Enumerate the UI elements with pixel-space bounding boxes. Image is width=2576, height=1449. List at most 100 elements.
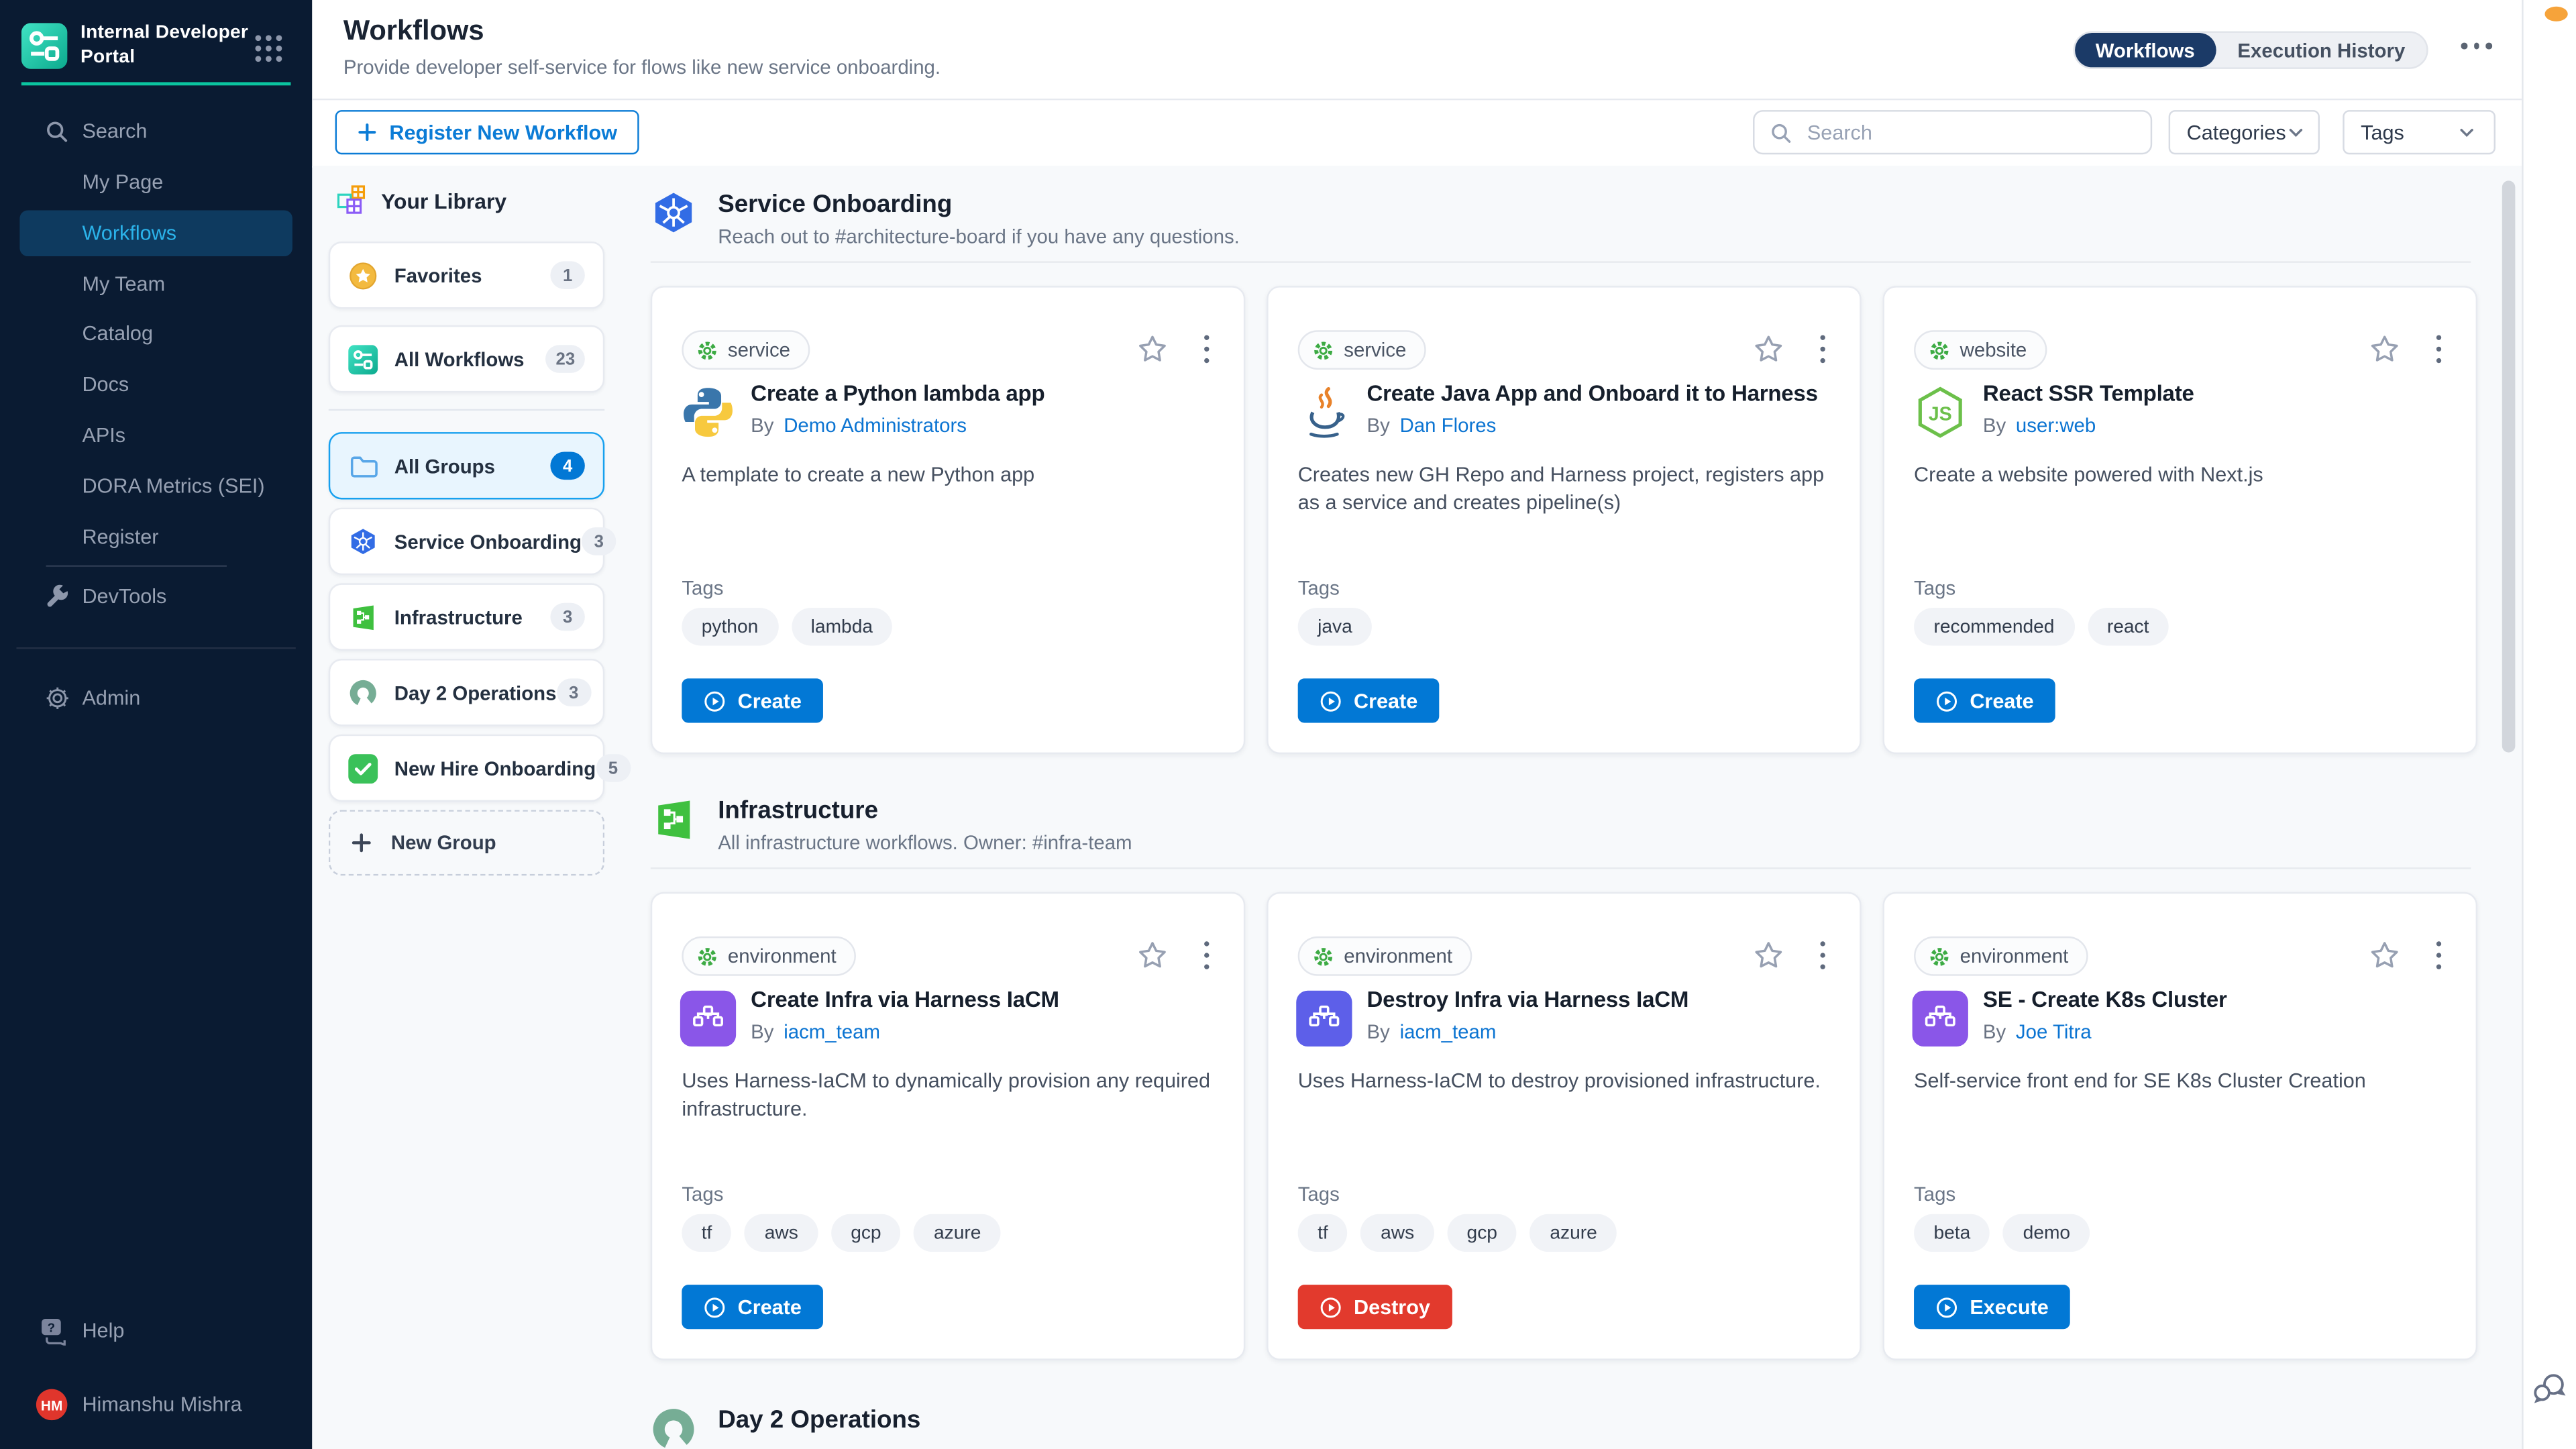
library-group-new-hire-onboarding[interactable]: New Hire Onboarding 5 — [329, 735, 604, 802]
tags-label: Tags — [682, 577, 723, 600]
apps-grid-icon[interactable] — [253, 33, 284, 64]
library-group-infrastructure[interactable]: Infrastructure 3 — [329, 583, 604, 650]
library-item-favorites[interactable]: Favorites 1 — [329, 241, 604, 309]
create-button[interactable]: Create — [1298, 678, 1439, 722]
favorite-star-icon[interactable] — [1137, 940, 1169, 971]
card-author-link[interactable]: Dan Flores — [1400, 414, 1497, 437]
library-group-day2-operations[interactable]: Day 2 Operations 3 — [329, 659, 604, 726]
tag-pill: java — [1298, 608, 1372, 645]
workflow-card-se-create-k8s: environment SE - Create K8s Cluster B — [1883, 892, 2478, 1360]
card-menu-icon[interactable] — [1820, 335, 1825, 364]
card-menu-icon[interactable] — [1203, 941, 1209, 969]
card-menu-icon[interactable] — [1203, 335, 1209, 364]
sidebar-item-catalog[interactable]: Catalog — [0, 311, 312, 357]
chat-bubbles-icon[interactable] — [2532, 1370, 2568, 1406]
cards-row: service Create a Python lambda app By — [651, 286, 2477, 754]
search-input[interactable] — [1804, 119, 2136, 146]
card-description: Self-service front end for SE K8s Cluste… — [1914, 1068, 2446, 1096]
sidebar-item-dora-metrics[interactable]: DORA Metrics (SEI) — [0, 464, 312, 510]
card-title: Create a Python lambda app — [751, 381, 1237, 406]
create-button[interactable]: Create — [682, 678, 822, 722]
destroy-button[interactable]: Destroy — [1298, 1285, 1452, 1329]
favorite-star-icon[interactable] — [1137, 333, 1169, 365]
wrench-icon — [44, 584, 69, 609]
page-header: Workflows Provide developer self-service… — [312, 0, 2523, 100]
sidebar-item-docs[interactable]: Docs — [0, 362, 312, 408]
card-byline: By iacm_team — [751, 1020, 880, 1043]
sidebar-item-search[interactable]: Search — [0, 109, 312, 155]
new-group-button[interactable]: New Group — [329, 810, 604, 875]
sidebar-item-register[interactable]: Register — [0, 515, 312, 561]
page-subtitle: Provide developer self-service for flows… — [343, 56, 941, 78]
scrollbar-thumb[interactable] — [2502, 180, 2516, 752]
sidebar-item-workflows[interactable]: Workflows — [19, 210, 292, 256]
sidebar-item-my-team[interactable]: My Team — [0, 261, 312, 307]
sidebar-item-help[interactable]: ? Help — [0, 1307, 312, 1354]
card-type-chip: service — [1298, 330, 1426, 370]
tab-execution-history[interactable]: Execution History — [2216, 33, 2427, 67]
card-title: Destroy Infra via Harness IaCM — [1367, 987, 1854, 1012]
workflow-card-destroy-infra-iacm: environment Destroy Infra via Harness Ia… — [1267, 892, 1862, 1360]
app-window: Internal Developer Portal Search My Page… — [0, 0, 2576, 1449]
favorite-star-icon[interactable] — [1753, 333, 1784, 365]
app-title: Internal Developer Portal — [80, 21, 252, 69]
categories-dropdown[interactable]: Categories — [2169, 110, 2320, 154]
card-author-link[interactable]: iacm_team — [1400, 1020, 1497, 1043]
gear-icon — [1929, 945, 1950, 967]
card-menu-icon[interactable] — [1820, 941, 1825, 969]
workflow-search — [1753, 110, 2152, 154]
sidebar-item-my-page[interactable]: My Page — [0, 160, 312, 206]
favorite-star-icon[interactable] — [2369, 940, 2400, 971]
section-header-service-onboarding: Service Onboarding Reach out to #archite… — [651, 191, 2477, 250]
sidebar-item-admin[interactable]: Admin — [0, 676, 312, 722]
sidebar-item-label: Catalog — [82, 322, 153, 345]
sidebar-item-apis[interactable]: APIs — [0, 413, 312, 459]
tags-label: Tags — [1298, 577, 1340, 600]
card-author-link[interactable]: Joe Titra — [2016, 1020, 2092, 1043]
section-title: Service Onboarding — [718, 191, 1240, 220]
execute-button[interactable]: Execute — [1914, 1285, 2070, 1329]
create-button[interactable]: Create — [1914, 678, 2055, 722]
play-icon — [703, 689, 726, 712]
tag-pill: gcp — [831, 1214, 901, 1252]
by-label: By — [1367, 1020, 1390, 1043]
favorite-star-icon[interactable] — [1753, 940, 1784, 971]
card-type-label: environment — [728, 945, 837, 967]
workflows-logo-icon — [348, 344, 378, 374]
tag-pill: azure — [1530, 1214, 1617, 1252]
library-group-all-groups[interactable]: All Groups 4 — [329, 432, 604, 499]
action-label: Create — [1970, 689, 2033, 712]
sidebar-item-devtools[interactable]: DevTools — [0, 574, 312, 620]
library-group-service-onboarding[interactable]: Service Onboarding 3 — [329, 508, 604, 575]
tab-workflows[interactable]: Workflows — [2074, 33, 2216, 67]
card-menu-icon[interactable] — [2436, 941, 2441, 969]
tag-pill: tf — [1298, 1214, 1348, 1252]
workflow-diagram-icon — [1296, 991, 1352, 1046]
sidebar-item-label: Workflows — [82, 222, 176, 245]
card-byline: By Demo Administrators — [751, 414, 967, 437]
sidebar-user[interactable]: HM Himanshu Mishra — [0, 1382, 312, 1428]
tag-pill: recommended — [1914, 608, 2074, 645]
card-title: Create Java App and Onboard it to Harnes… — [1367, 381, 1854, 406]
card-author-link[interactable]: user:web — [2016, 414, 2096, 437]
card-tags: python lambda — [682, 608, 892, 645]
tag-pill: aws — [1361, 1214, 1434, 1252]
card-author-link[interactable]: Demo Administrators — [784, 414, 967, 437]
play-icon — [1320, 1295, 1342, 1318]
card-author-link[interactable]: iacm_team — [784, 1020, 880, 1043]
card-menu-icon[interactable] — [2436, 335, 2441, 364]
play-icon — [1320, 689, 1342, 712]
tag-pill: aws — [745, 1214, 818, 1252]
tag-pill: react — [2087, 608, 2168, 645]
create-button[interactable]: Create — [682, 1285, 822, 1329]
favorite-star-icon[interactable] — [2369, 333, 2400, 365]
tag-pill: gcp — [1447, 1214, 1517, 1252]
library-item-all-workflows[interactable]: All Workflows 23 — [329, 325, 604, 392]
card-type-chip: environment — [1914, 936, 2088, 976]
tags-dropdown[interactable]: Tags — [2343, 110, 2496, 154]
card-description: Uses Harness-IaCM to destroy provisioned… — [1298, 1068, 1830, 1096]
header-more-menu-icon[interactable] — [2461, 43, 2492, 49]
register-new-workflow-button[interactable]: Register New Workflow — [335, 110, 639, 154]
sidebar-item-label: My Page — [82, 171, 163, 194]
action-label: Destroy — [1354, 1295, 1430, 1318]
